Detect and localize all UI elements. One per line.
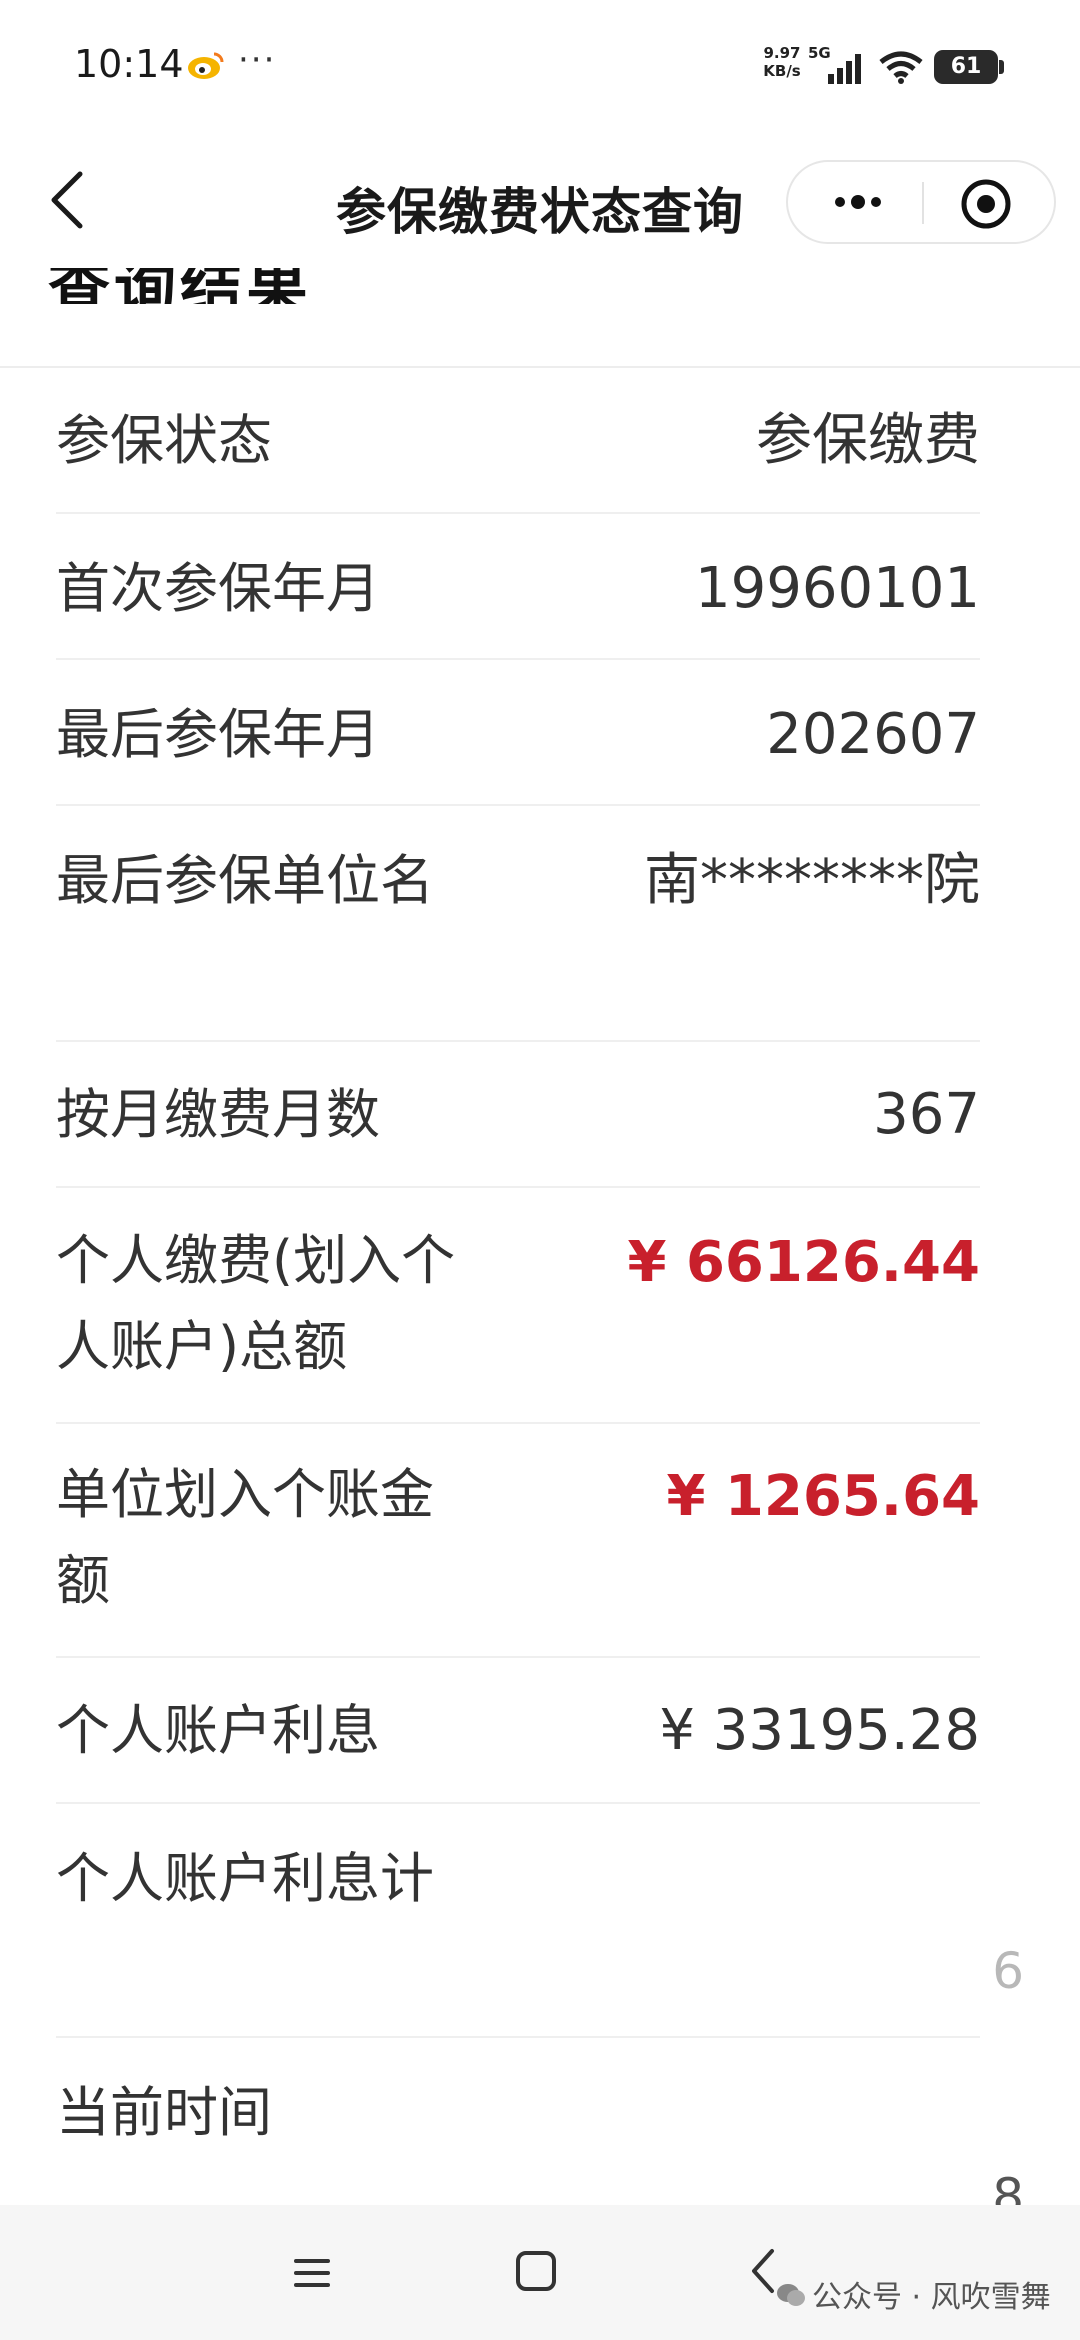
row-label: 参保状态 [56,409,272,472]
row-divider [56,804,980,806]
row-divider [56,1040,980,1042]
status-more-dots: ··· [238,40,277,80]
info-row-personal-total: 个人缴费(划入个 人账户)总额 ¥ 66126.44 [56,1218,980,1398]
row-divider [56,2036,980,2038]
info-row-interest: 个人账户利息 ¥ 33195.28 [56,1686,980,1786]
info-row-current-time: 当前时间 [56,2068,980,2168]
row-label: 个人缴费(划入个 人账户)总额 [56,1229,456,1378]
row-value: 19960101 [694,556,980,621]
row-label: 首次参保年月 [56,557,380,620]
signal-icon [828,54,861,84]
wifi-icon [879,51,923,84]
capsule-divider [922,182,924,224]
battery-icon: 61 [934,50,998,84]
system-back-icon[interactable] [746,2245,780,2297]
network-speed: 9.97 KB/s [763,44,801,80]
close-miniprogram-icon[interactable] [958,176,1014,232]
info-row-last-date: 最后参保年月 202607 [56,690,980,790]
more-options-icon[interactable] [818,182,898,222]
row-value-faded: 6 [992,1942,1024,2000]
row-label: 最后参保单位名 [56,849,434,912]
info-row-employer-transfer: 单位划入个账金 额 ¥ 1265.64 [56,1452,980,1632]
info-row-status: 参保状态 参保缴费 [56,396,980,496]
row-divider [56,658,980,660]
row-label: 个人账户利息 [56,1699,380,1762]
info-row-first-date: 首次参保年月 19960101 [56,544,980,644]
row-value: 南********院 [644,848,980,913]
wechat-icon [777,2284,805,2306]
row-label: 按月缴费月数 [56,1083,380,1146]
battery-tip [999,60,1004,74]
status-time: 10:14 [74,42,184,86]
nav-bar: 参保缴费状态查询 [0,130,1080,280]
row-divider [56,1656,980,1658]
section-heading-partial: 查询结果 [48,268,448,304]
row-divider [56,1422,980,1424]
row-value-highlight: ¥ 1265.64 [666,1464,980,1529]
row-value: ¥ 33195.28 [659,1698,980,1763]
info-row-months: 按月缴费月数 367 [56,1070,980,1170]
row-label: 当前时间 [56,2081,272,2144]
watermark-text: 公众号 · 风吹雪舞 [812,2280,1051,2315]
row-label: 个人账户利息计 [56,1847,434,1910]
weibo-icon [188,52,224,79]
home-icon[interactable] [514,2249,558,2293]
info-row-interest-calc: 个人账户利息计 [56,1834,980,1994]
row-value: 202607 [766,702,980,767]
row-value-highlight: ¥ 66126.44 [627,1230,981,1295]
header-divider [0,366,1080,368]
status-bar: 10:14 ··· 9.97 KB/s 5G 61 [0,0,1080,130]
row-divider [56,1186,980,1188]
row-divider [56,1802,980,1804]
menu-icon[interactable] [290,2253,334,2293]
row-divider [56,512,980,514]
mini-program-capsule [786,160,1056,244]
row-value: 参保缴费 [756,408,980,473]
row-label: 单位划入个账金 额 [56,1463,434,1612]
row-value: 367 [873,1082,980,1147]
info-row-employer: 最后参保单位名 南********院 [56,836,980,996]
row-label: 最后参保年月 [56,703,380,766]
